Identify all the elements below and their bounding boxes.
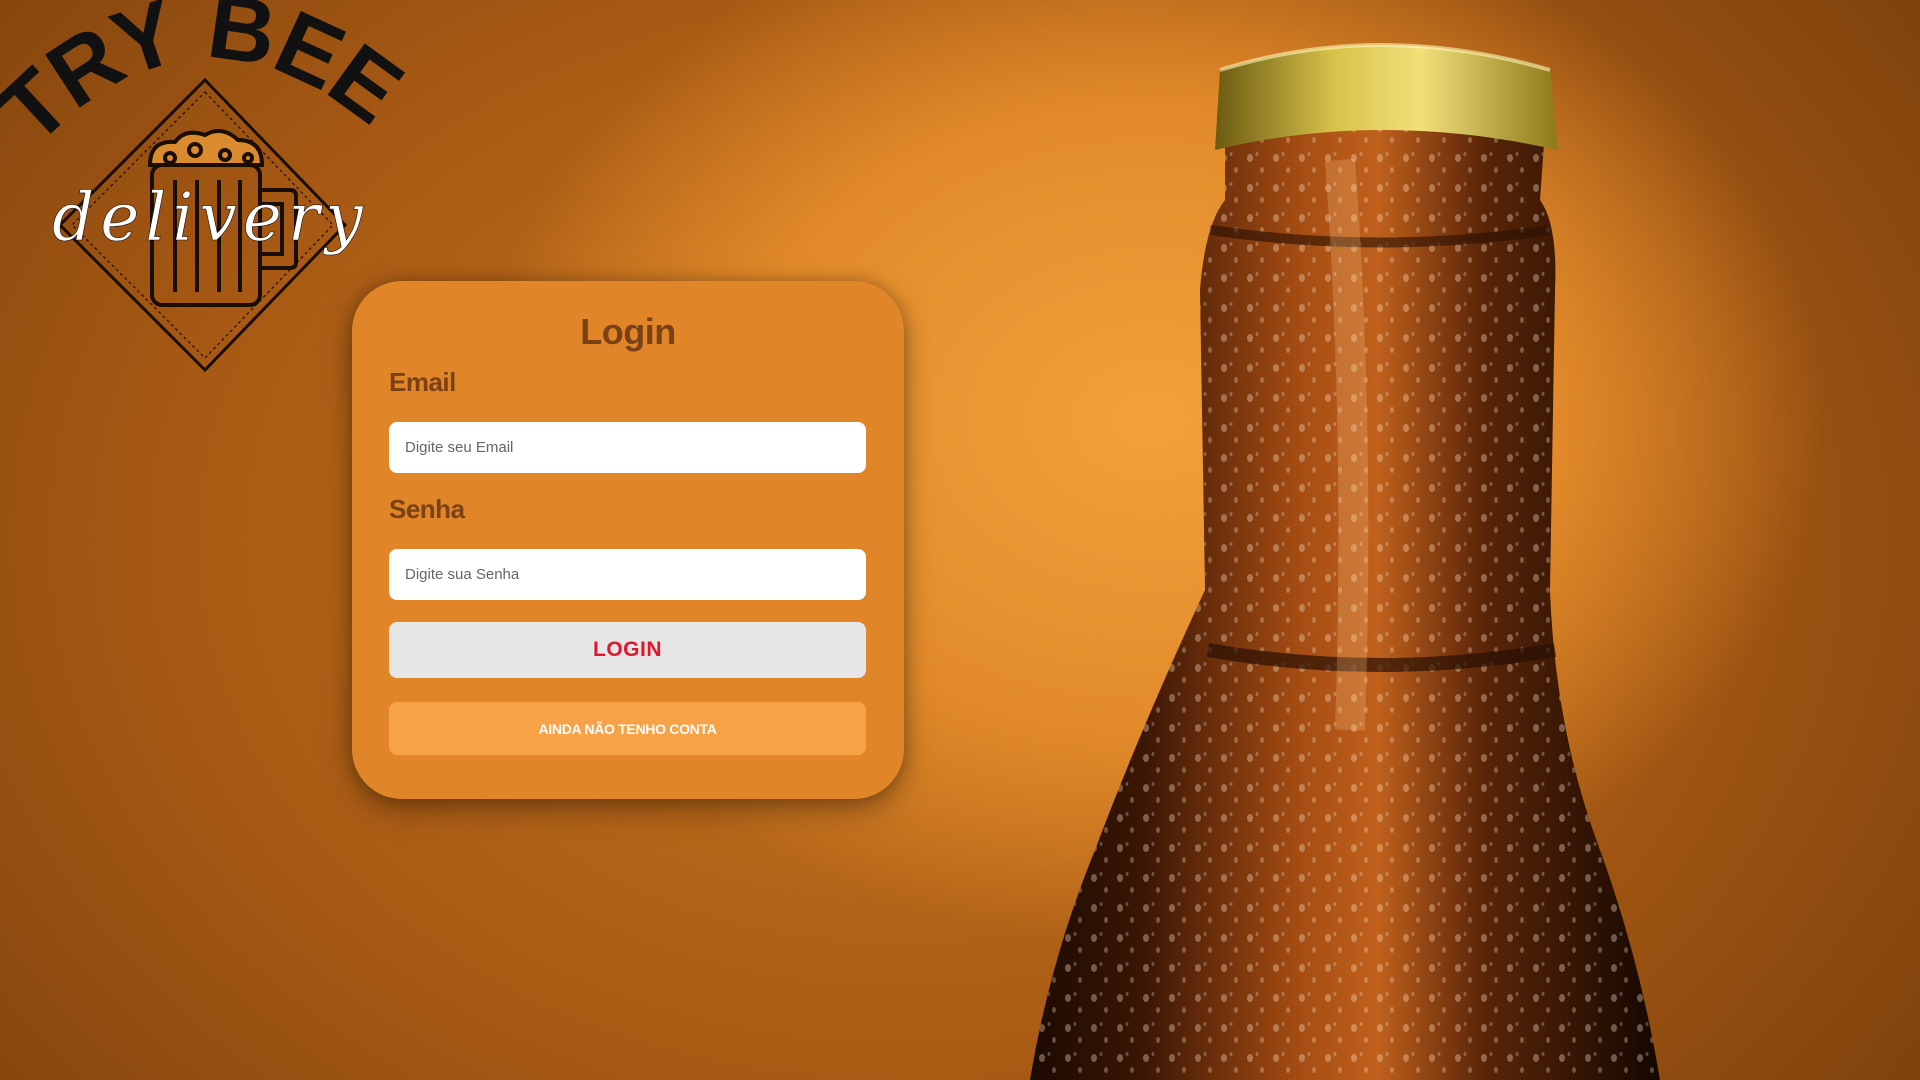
email-label: Email [389,367,456,397]
login-card: Login Email Senha LOGIN AINDA NÃO TENHO … [352,281,904,799]
password-label: Senha [389,494,465,524]
password-field[interactable] [389,549,866,600]
svg-text:delivery: delivery [52,179,369,256]
login-title: Login [580,311,676,352]
email-field[interactable] [389,422,866,473]
login-button[interactable]: LOGIN [389,622,866,678]
signup-button[interactable]: AINDA NÃO TENHO CONTA [389,702,866,755]
beer-bottle-image [1010,30,1710,1080]
